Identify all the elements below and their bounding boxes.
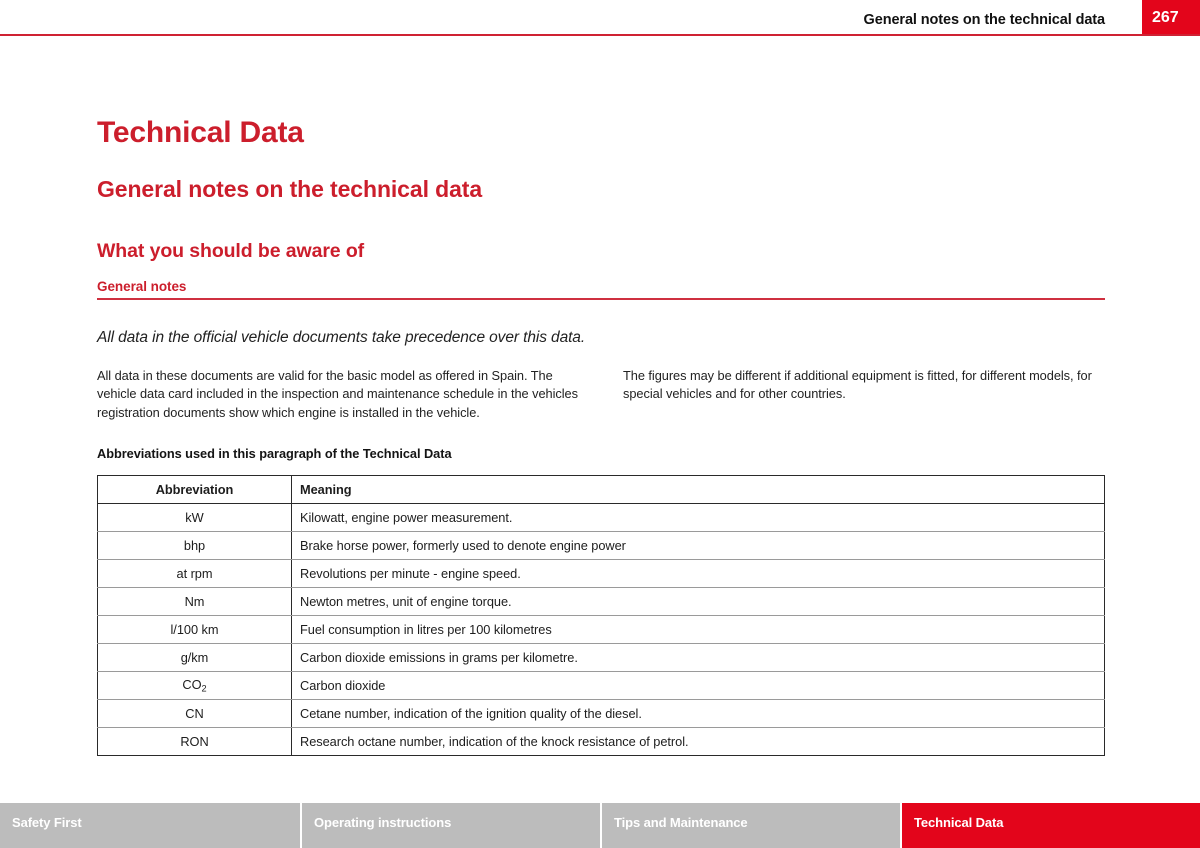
footer-tab-label: Operating instructions bbox=[314, 815, 452, 830]
table-row: CN Cetane number, indication of the ignit… bbox=[97, 699, 1105, 728]
body-paragraph-right: The figures may be different if addition… bbox=[623, 367, 1092, 402]
cell-meaning: Revolutions per minute - engine speed. bbox=[291, 559, 1105, 588]
page-number: 267 bbox=[1152, 9, 1179, 26]
table-caption: Abbreviations used in this paragraph of … bbox=[97, 446, 452, 461]
section-title: General notes on the technical data bbox=[97, 176, 483, 203]
footer-tab-4[interactable]: Technical Data bbox=[900, 803, 1200, 848]
column-header-meaning: Meaning bbox=[291, 475, 1105, 504]
cell-meaning: Kilowatt, engine power measurement. bbox=[291, 503, 1105, 532]
cell-meaning: Fuel consumption in litres per 100 kilom… bbox=[291, 615, 1105, 644]
header-divider bbox=[0, 34, 1200, 36]
footer-tab-label: Technical Data bbox=[914, 815, 1004, 830]
footer-tab-2[interactable]: Operating instructions bbox=[300, 803, 600, 848]
header-title: General notes on the technical data bbox=[863, 12, 1106, 28]
page-title: Technical Data bbox=[97, 116, 304, 150]
cell-meaning: Cetane number, indication of the ignitio… bbox=[291, 699, 1105, 728]
cell-abbreviation: RON bbox=[97, 727, 292, 756]
footer-tab-1[interactable]: Safety First bbox=[0, 803, 300, 848]
cell-abbreviation: g/km bbox=[97, 643, 292, 672]
cell-meaning: Brake horse power, formerly used to deno… bbox=[291, 531, 1105, 560]
abbreviations-table: Abbreviation Meaning kW Kilowatt, engine … bbox=[97, 475, 1105, 756]
cell-abbreviation: kW bbox=[97, 503, 292, 532]
cell-meaning: Carbon dioxide emissions in grams per ki… bbox=[291, 643, 1105, 672]
cell-abbreviation: bhp bbox=[97, 531, 292, 560]
footer-tab-label: Safety First bbox=[12, 815, 82, 830]
column-header-abbreviation: Abbreviation bbox=[97, 475, 292, 504]
footer-navigation: Safety First Operating instructions Tips a… bbox=[0, 803, 1200, 848]
table-row: bhp Brake horse power, formerly used to d… bbox=[97, 531, 1105, 560]
page-header: General notes on the technical data 267 bbox=[0, 0, 1200, 36]
cell-abbreviation: Nm bbox=[97, 587, 292, 616]
cell-abbreviation: CO2 bbox=[97, 671, 292, 700]
body-paragraph-left: All data in these documents are valid fo… bbox=[97, 367, 578, 420]
cell-meaning: Research octane number, indication of th… bbox=[300, 734, 689, 749]
intro-note: All data in the official vehicle documen… bbox=[97, 328, 586, 346]
table-row: g/km Carbon dioxide emissions in grams pe… bbox=[97, 643, 1105, 672]
subhead-label: General notes bbox=[97, 279, 187, 294]
footer-tab-3[interactable]: Tips and Maintenance bbox=[600, 803, 900, 848]
cell-abbreviation: CN bbox=[97, 699, 292, 728]
footer-tab-label: Tips and Maintenance bbox=[614, 815, 748, 830]
table-row: CO2 Carbon dioxide bbox=[97, 671, 1105, 700]
subsection-title: What you should be aware of bbox=[97, 239, 365, 262]
table-row: Nm Newton metres, unit of engine torque. bbox=[97, 587, 1105, 616]
cell-abbreviation: at rpm bbox=[97, 559, 292, 588]
cell-meaning: Carbon dioxide bbox=[291, 671, 1105, 700]
table-row: l/100 km Fuel consumption in litres per 1… bbox=[97, 615, 1105, 644]
table-row: RON Research octane number, indication of… bbox=[97, 727, 1105, 756]
table-body: kW Kilowatt, engine power measurement. bhp… bbox=[97, 503, 1105, 756]
cell-abbreviation: l/100 km bbox=[97, 615, 292, 644]
cell-meaning: Newton metres, unit of engine torque. bbox=[291, 587, 1105, 616]
subhead-divider bbox=[97, 298, 1105, 300]
table-header-row: Abbreviation Meaning bbox=[97, 475, 1105, 504]
table-row: at rpm Revolutions per minute - engine sp… bbox=[97, 559, 1105, 588]
table-row: kW Kilowatt, engine power measurement. bbox=[97, 503, 1105, 532]
page-number-badge: 267 bbox=[1142, 0, 1200, 35]
general-notes-subhead: General notes bbox=[97, 279, 1105, 300]
